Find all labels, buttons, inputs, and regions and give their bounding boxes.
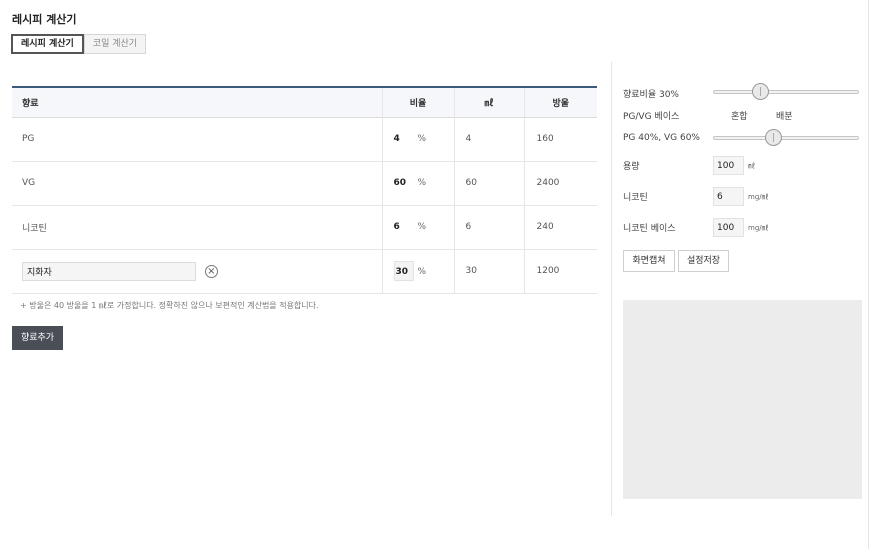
pgvg-base-label: PG/VG 베이스 xyxy=(623,112,680,122)
pgvg-ratio-label: PG 40%, VG 60% xyxy=(623,133,700,143)
table-row: 니코틴 6% 6 240 xyxy=(12,205,597,250)
percent-sign: % xyxy=(417,222,427,232)
ml-value: 6 xyxy=(454,205,525,250)
capture-preview-area xyxy=(623,300,862,499)
tab-recipe-calculator[interactable]: 레시피 계산기 xyxy=(11,34,84,54)
drops-value: 160 xyxy=(524,117,597,162)
ratio-value: 6 xyxy=(393,222,400,232)
save-settings-button[interactable]: 설정저장 xyxy=(678,250,729,272)
percent-sign: % xyxy=(417,267,427,277)
flavor-name-input[interactable] xyxy=(22,261,196,281)
pgvg-option-split[interactable]: 배분 xyxy=(776,109,793,122)
nicotine-base-unit: mg/㎖ xyxy=(748,224,769,232)
drops-value: 2400 xyxy=(524,161,597,206)
ml-value: 60 xyxy=(454,161,525,206)
ml-value: 4 xyxy=(454,117,525,162)
table-row: VG 60% 60 2400 xyxy=(12,161,597,206)
capture-screen-button[interactable]: 화면캡쳐 xyxy=(623,250,675,272)
header-drops: 방울 xyxy=(524,87,597,118)
footnote: + 방울은 40 방울을 1 ㎖로 가정합니다. 정확하진 않으나 보편적인 계… xyxy=(20,301,319,310)
ratio-input[interactable]: 30 xyxy=(393,261,414,281)
slider-track xyxy=(713,136,859,140)
percent-sign: % xyxy=(417,178,427,188)
nicotine-label: 니코틴 xyxy=(623,193,648,203)
percent-sign: % xyxy=(417,134,427,144)
ratio-value: 60 xyxy=(393,178,407,188)
row-name: PG xyxy=(12,117,383,162)
ml-value: 30 xyxy=(454,249,525,294)
header-ratio: 비율 xyxy=(382,87,455,118)
drops-value: 240 xyxy=(524,205,597,250)
flavor-ratio-slider[interactable] xyxy=(713,83,859,101)
page-title: 레시피 계산기 xyxy=(12,13,77,26)
header-flavor: 향료 xyxy=(12,87,383,118)
recipe-table: 향료 비율 ㎖ 방울 PG 4% 4 160 VG 60% 60 2400 니코… xyxy=(12,86,597,294)
slider-handle[interactable] xyxy=(752,83,769,100)
table-row: PG 4% 4 160 xyxy=(12,117,597,162)
slider-handle[interactable] xyxy=(765,129,782,146)
volume-unit: ㎖ xyxy=(748,162,755,170)
pgvg-option-mix[interactable]: 혼합 xyxy=(731,109,748,122)
flavor-ratio-label: 향료비율 30% xyxy=(623,90,679,100)
tab-bar: 레시피 계산기 코일 계산기 xyxy=(11,34,147,54)
page-edge xyxy=(868,0,869,549)
close-circle-icon[interactable]: × xyxy=(204,264,218,278)
header-ml: ㎖ xyxy=(454,87,525,118)
volume-label: 용량 xyxy=(623,162,640,172)
pgvg-ratio-slider[interactable] xyxy=(713,129,859,147)
drops-value: 1200 xyxy=(524,249,597,294)
nicotine-input[interactable]: 6 xyxy=(713,187,744,206)
table-header-row: 향료 비율 ㎖ 방울 xyxy=(12,87,597,118)
add-flavor-button[interactable]: 향료추가 xyxy=(12,326,63,350)
nicotine-base-input[interactable]: 100 xyxy=(713,218,744,237)
row-name: 니코틴 xyxy=(12,205,383,250)
ratio-value: 4 xyxy=(393,134,400,144)
divider xyxy=(611,62,612,516)
slider-track xyxy=(713,90,859,94)
nicotine-unit: mg/㎖ xyxy=(748,193,769,201)
table-row-flavor: × 30% 30 1200 xyxy=(12,249,597,294)
nicotine-base-label: 니코틴 베이스 xyxy=(623,224,676,234)
tab-coil-calculator[interactable]: 코일 계산기 xyxy=(83,34,147,54)
volume-input[interactable]: 100 xyxy=(713,156,744,175)
row-name: VG xyxy=(12,161,383,206)
